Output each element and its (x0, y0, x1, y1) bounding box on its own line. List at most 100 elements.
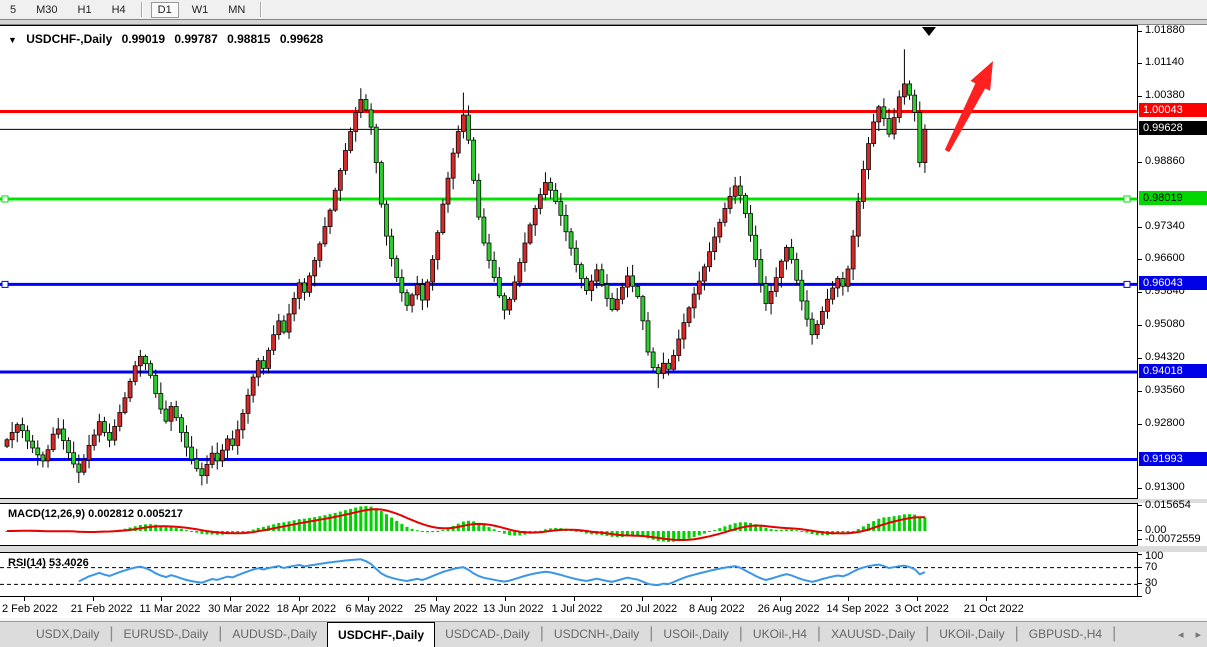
candle-body (728, 196, 732, 208)
tab-scroll-right-icon[interactable]: ▸ (1195, 628, 1201, 641)
macd-histogram-bar (918, 517, 921, 531)
timeframe-button-h4[interactable]: H4 (105, 2, 133, 18)
price-tick-label: 0.95080 (1145, 318, 1185, 330)
chart-tab-usdcnh-daily[interactable]: USDCNH-,Daily (544, 622, 649, 647)
date-label: 20 Jul 2022 (620, 603, 677, 615)
candle-body (51, 434, 55, 450)
candle-body (154, 375, 158, 393)
date-label: 14 Sep 2022 (826, 603, 888, 615)
price-tick-label: 1.01140 (1145, 56, 1184, 68)
candle-body (77, 464, 81, 472)
timeframe-button-mn[interactable]: MN (221, 2, 252, 18)
chart-tab-ukoil-h4[interactable]: UKOil-,H4 (743, 622, 817, 647)
price-chart-plot-area[interactable]: ▼ USDCHF-,Daily 0.99019 0.99787 0.98815 … (0, 25, 1137, 500)
candle-body (210, 453, 214, 464)
candle-body (477, 180, 481, 217)
rsi-panel: RSI(14) 53.4026 10070300 (0, 552, 1207, 597)
axis-tick-mark (1138, 505, 1142, 506)
candle-body (251, 377, 255, 395)
date-label: 25 May 2022 (414, 603, 478, 615)
tab-scroll-left-icon[interactable]: ◂ (1178, 628, 1184, 641)
macd-panel: MACD(12,26,9) 0.002812 0.005217 0.015654… (0, 503, 1207, 546)
collapse-triangle-icon[interactable]: ▼ (8, 35, 17, 45)
macd-histogram-bar (195, 531, 198, 533)
candle-body (359, 99, 363, 112)
chart-tab-gbpusd-h4[interactable]: GBPUSD-,H4 (1019, 622, 1112, 647)
timeframe-button-5[interactable]: 5 (3, 2, 23, 18)
rsi-canvas[interactable] (0, 553, 1137, 598)
candle-body (861, 170, 865, 202)
hline-handle[interactable] (2, 196, 8, 202)
candle-body (677, 339, 681, 355)
rsi-plot-area[interactable]: RSI(14) 53.4026 (0, 552, 1137, 597)
candle-body (405, 293, 409, 306)
date-tick-mark (574, 597, 575, 601)
macd-histogram-bar (703, 531, 706, 534)
candle-body (708, 252, 712, 267)
candle-body (769, 291, 773, 303)
chart-tab-xauusd-daily[interactable]: XAUUSD-,Daily (821, 622, 925, 647)
macd-value-main: 0.002812 (88, 508, 134, 520)
hline-handle[interactable] (1124, 196, 1130, 202)
timeframe-button-d1[interactable]: D1 (151, 2, 179, 18)
date-tick-mark (299, 597, 300, 601)
chart-shift-marker-icon[interactable] (922, 27, 936, 36)
candle-body (856, 202, 860, 237)
candle-body (656, 368, 660, 374)
chart-tab-eurusd-daily[interactable]: EURUSD-,Daily (114, 622, 219, 647)
timeframe-button-w1[interactable]: W1 (185, 2, 216, 18)
axis-tick-mark (1138, 554, 1142, 555)
chart-tab-usdchf-daily[interactable]: USDCHF-,Daily (327, 622, 435, 647)
candle-body (831, 288, 835, 299)
hline-handle[interactable] (1124, 281, 1130, 287)
candlestick-canvas[interactable] (0, 26, 1137, 498)
candle-body (338, 170, 342, 190)
candle-body (308, 276, 312, 292)
candle-body (718, 222, 722, 237)
macd-histogram-bar (313, 517, 316, 531)
macd-histogram-bar (662, 531, 665, 541)
macd-histogram-bar (395, 521, 398, 531)
macd-histogram-bar (488, 527, 491, 531)
timeframe-button-m30[interactable]: M30 (29, 2, 64, 18)
candle-body (292, 298, 296, 314)
candle-body (56, 429, 60, 434)
macd-axis-label: -0.0072559 (1145, 533, 1201, 545)
rsi-label: RSI(14) 53.4026 (8, 557, 89, 569)
candle-body (497, 278, 501, 296)
candle-body (61, 429, 65, 441)
candle-body (538, 195, 542, 209)
chart-tab-usdcad-daily[interactable]: USDCAD-,Daily (435, 622, 540, 647)
candle-body (872, 122, 876, 144)
macd-histogram-bar (872, 521, 875, 531)
candle-body (877, 107, 881, 122)
price-tick-label: 0.96600 (1145, 252, 1185, 264)
chart-tab-usoil-daily[interactable]: USOil-,Daily (653, 622, 738, 647)
candle-body (733, 186, 737, 196)
candle-body (908, 84, 912, 95)
ohlc-close: 0.99628 (280, 32, 323, 46)
timeframe-button-h1[interactable]: H1 (71, 2, 99, 18)
candle-body (102, 422, 106, 433)
macd-histogram-bar (252, 530, 255, 531)
trend-arrow[interactable] (945, 61, 993, 152)
chart-title: ▼ USDCHF-,Daily 0.99019 0.99787 0.98815 … (8, 32, 329, 46)
chart-tab-audusd-daily[interactable]: AUDUSD-,Daily (222, 622, 327, 647)
macd-histogram-bar (375, 508, 378, 531)
candle-body (231, 439, 235, 445)
price-level-badge: 0.94018 (1139, 364, 1207, 378)
macd-plot-area[interactable]: MACD(12,26,9) 0.002812 0.005217 (0, 503, 1137, 546)
rsi-axis-label: 0 (1145, 585, 1151, 597)
candle-body (451, 153, 455, 178)
candle-body (867, 144, 871, 170)
macd-histogram-bar (190, 531, 193, 532)
macd-histogram-bar (780, 530, 783, 531)
timeframe-toolbar: 5 M30 H1 H4 D1 W1 MN (0, 0, 1207, 19)
hline-handle[interactable] (2, 281, 8, 287)
candle-body (169, 406, 173, 421)
chart-tab-ukoil-daily[interactable]: UKOil-,Daily (929, 622, 1014, 647)
candle-body (26, 431, 30, 441)
candle-body (236, 430, 240, 446)
chart-tab-usdx-daily[interactable]: USDX,Daily (26, 622, 109, 647)
candle-body (328, 210, 332, 226)
